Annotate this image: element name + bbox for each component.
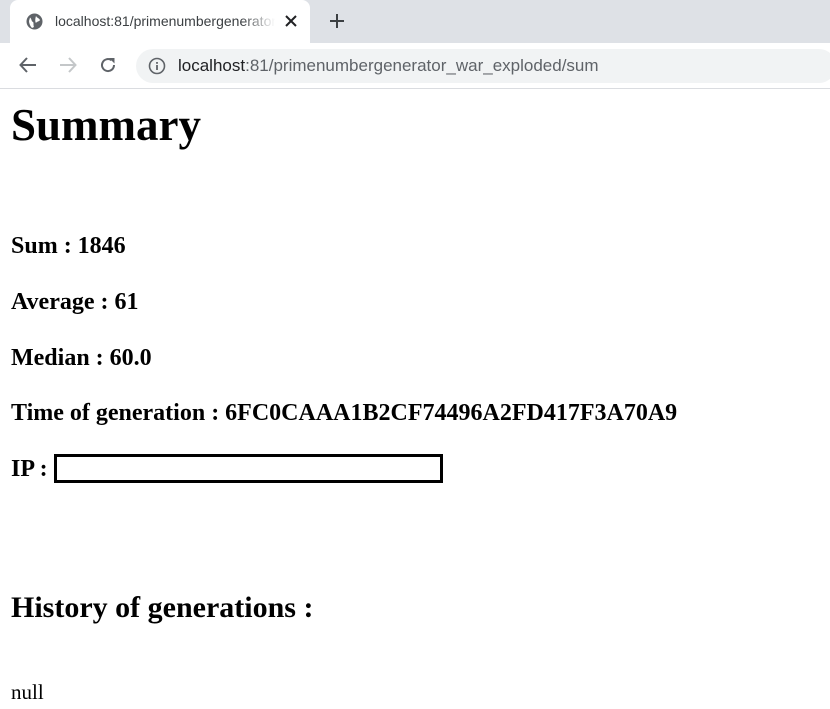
tab-strip: localhost:81/primenumbergenerator_war_ex… [0, 0, 830, 43]
page-title: Summary [11, 100, 201, 150]
average-stat: Average : 61 [11, 289, 139, 315]
reload-icon[interactable] [96, 53, 120, 77]
tab-title: localhost:81/primenumbergenerator_war_ex… [55, 13, 275, 29]
close-icon[interactable] [282, 12, 300, 30]
history-value: null [11, 680, 44, 704]
url-text[interactable]: localhost:81/primenumbergenerator_war_ex… [178, 56, 599, 76]
history-heading: History of generations : [11, 591, 314, 624]
arrow-left-icon[interactable] [16, 53, 40, 77]
median-stat: Median : 60.0 [11, 345, 152, 371]
url-path: :81/primenumbergenerator_war_exploded/su… [245, 56, 599, 75]
arrow-right-icon[interactable] [56, 53, 80, 77]
browser-tab[interactable]: localhost:81/primenumbergenerator_war_ex… [10, 0, 310, 43]
ip-label: IP : [11, 455, 48, 482]
plus-icon[interactable] [326, 10, 348, 32]
info-icon[interactable] [148, 57, 166, 75]
globe-icon [26, 13, 43, 30]
sum-stat: Sum : 1846 [11, 233, 126, 259]
address-bar[interactable]: localhost:81/primenumbergenerator_war_ex… [136, 49, 830, 83]
browser-toolbar: localhost:81/primenumbergenerator_war_ex… [0, 43, 830, 89]
ip-stat: IP : [11, 454, 443, 483]
url-host: localhost [178, 56, 246, 75]
ip-redaction-box [53, 454, 443, 483]
time-of-generation-stat: Time of generation : 6FC0CAAA1B2CF74496A… [11, 400, 678, 426]
